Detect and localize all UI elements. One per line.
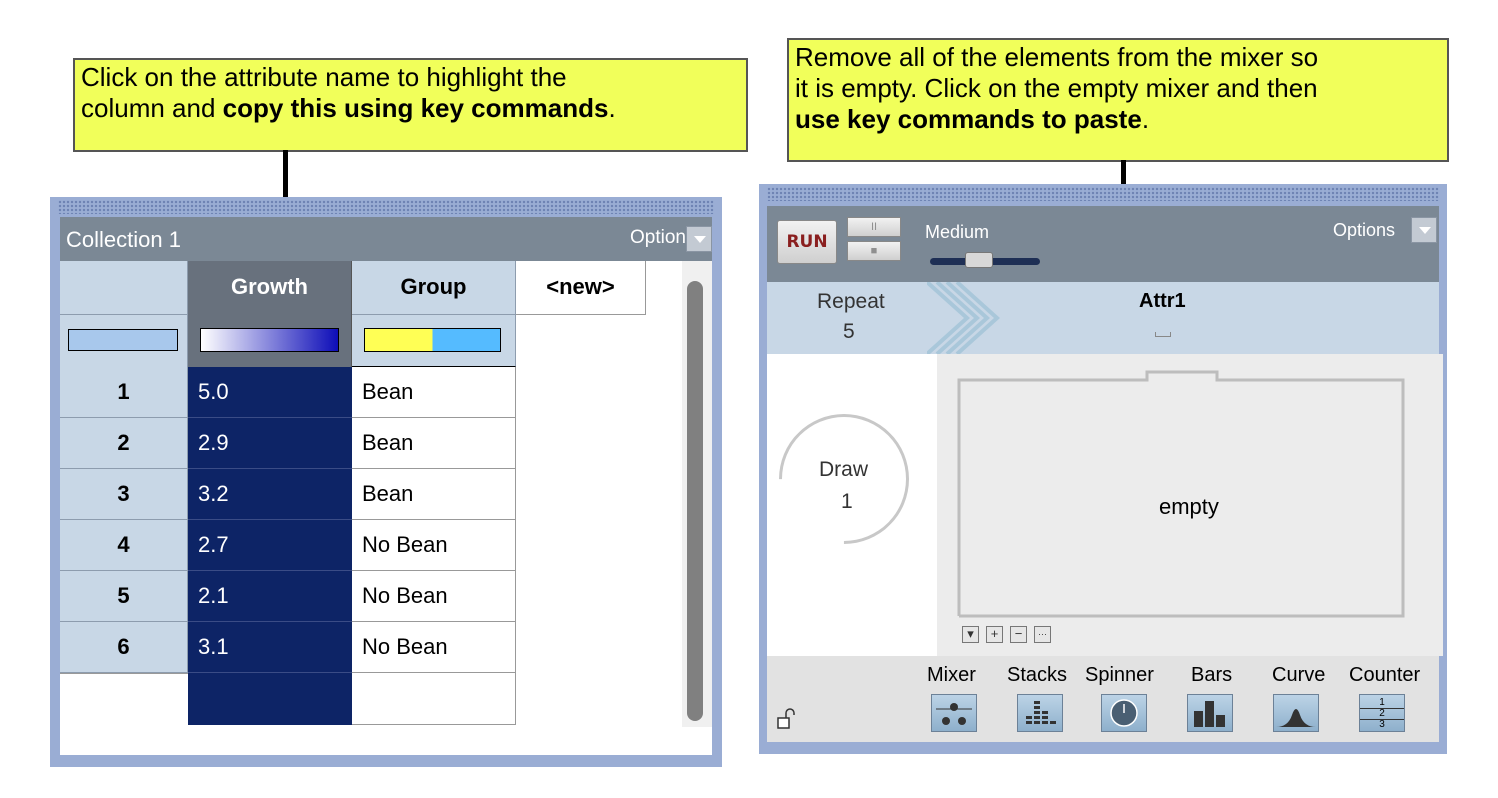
- row-index[interactable]: 6: [60, 622, 188, 673]
- growth-cell[interactable]: 2.1: [188, 571, 352, 622]
- growth-cell[interactable]: 3.1: [188, 622, 352, 673]
- tool-spinner-label: Spinner: [1085, 664, 1154, 686]
- group-cell[interactable]: No Bean: [352, 622, 516, 673]
- row-index[interactable]: 1: [60, 367, 188, 418]
- callout-left-line2-plain: column and: [81, 93, 223, 123]
- table-body: Growth Group <new> 1 5.0 Bean 2 2.9 Bean…: [60, 261, 712, 755]
- tool-bars-label: Bars: [1191, 664, 1233, 686]
- panel-drag-grip[interactable]: [767, 187, 1439, 201]
- chevrons-icon: [927, 282, 1000, 354]
- tool-curve-label: Curve: [1272, 664, 1326, 686]
- attribute-value-placeholder[interactable]: [1155, 332, 1171, 337]
- pause-button[interactable]: II: [847, 217, 901, 237]
- sampler-control-bar: RUN II ■ Medium Options: [767, 206, 1439, 282]
- row-index[interactable]: 3: [60, 469, 188, 520]
- new-case-growth-cell[interactable]: [188, 673, 352, 725]
- row-index[interactable]: 4: [60, 520, 188, 571]
- repeat-band: Repeat 5 Attr1: [767, 282, 1439, 354]
- callout-right-line3: use key commands to paste.: [795, 104, 1441, 135]
- index-swatch-cell: [60, 315, 188, 367]
- callout-right-line3-end: .: [1141, 104, 1150, 134]
- sampler-canvas: Draw 1 empty ▾ + − ···: [752, 354, 1443, 656]
- counter-digit: 3: [1379, 719, 1385, 730]
- new-case-group-cell[interactable]: [352, 673, 516, 725]
- run-button[interactable]: RUN: [777, 220, 837, 264]
- tool-counter-label: Counter: [1349, 664, 1421, 686]
- group-column-header[interactable]: Group: [352, 261, 516, 315]
- group-cell[interactable]: No Bean: [352, 520, 516, 571]
- repeat-label: Repeat: [817, 290, 885, 313]
- more-items-button[interactable]: ···: [1034, 626, 1051, 643]
- add-item-button[interactable]: +: [986, 626, 1003, 643]
- sampler-panel: RUN II ■ Medium Options Repeat 5 Attr1 D…: [752, 184, 1447, 754]
- remove-item-button[interactable]: −: [1010, 626, 1027, 643]
- group-color-swatch[interactable]: [364, 328, 501, 352]
- new-case-index-cell[interactable]: [60, 673, 188, 725]
- counter-digit: 1: [1379, 697, 1385, 708]
- growth-column-header[interactable]: Growth: [188, 261, 352, 315]
- sampler-options-label[interactable]: Options: [1333, 220, 1395, 241]
- options-dropdown-icon[interactable]: [1411, 217, 1437, 243]
- options-dropdown-icon[interactable]: [686, 226, 712, 252]
- growth-cell[interactable]: 5.0: [188, 367, 352, 418]
- attribute-name[interactable]: Attr1: [1139, 290, 1186, 313]
- growth-swatch-cell: [188, 315, 352, 367]
- draw-label: Draw: [819, 458, 869, 481]
- callout-left-line2-end: .: [608, 93, 616, 123]
- new-column-header[interactable]: <new>: [516, 261, 646, 315]
- mixer-menu-button[interactable]: ▾: [962, 626, 979, 643]
- instruction-callout-right: Remove all of the elements from the mixe…: [787, 38, 1449, 162]
- group-cell[interactable]: Bean: [352, 367, 516, 418]
- speed-label: Medium: [925, 222, 990, 242]
- scrollbar-thumb[interactable]: [687, 281, 703, 721]
- callout-left-line2: column and copy this using key commands.: [81, 93, 740, 124]
- tool-mixer-label: Mixer: [927, 664, 976, 686]
- repeat-value[interactable]: 5: [843, 320, 855, 344]
- stop-button[interactable]: ■: [847, 241, 901, 261]
- group-swatch-cell: [352, 315, 516, 367]
- row-index[interactable]: 5: [60, 571, 188, 622]
- group-cell[interactable]: No Bean: [352, 571, 516, 622]
- mixer-area[interactable]: empty ▾ + − ···: [937, 354, 1443, 656]
- unlock-icon[interactable]: [777, 708, 797, 730]
- index-header-cell: [60, 261, 188, 315]
- growth-cell[interactable]: 3.2: [188, 469, 352, 520]
- bars-tool-icon[interactable]: [1187, 694, 1233, 732]
- stacks-tool-icon[interactable]: [1017, 694, 1063, 732]
- growth-color-gradient-swatch[interactable]: [200, 328, 339, 352]
- counter-tool-icon[interactable]: 1 2 3: [1359, 694, 1405, 732]
- callout-right-line3-bold: use key commands to paste: [795, 104, 1142, 134]
- speed-slider-knob[interactable]: [965, 252, 993, 268]
- collection-title: Collection 1: [66, 227, 181, 252]
- spinner-tool-icon[interactable]: [1101, 694, 1147, 732]
- curve-tool-icon[interactable]: [1273, 694, 1319, 732]
- panel-drag-grip[interactable]: [58, 200, 714, 214]
- collection-title-bar: Collection 1 Options: [60, 217, 712, 261]
- row-index[interactable]: 2: [60, 418, 188, 469]
- callout-left-line2-bold: copy this using key commands: [222, 93, 609, 123]
- tool-stacks-label: Stacks: [1007, 664, 1068, 686]
- callout-right-line1: Remove all of the elements from the mixe…: [795, 42, 1319, 72]
- callout-left-line1: Click on the attribute name to highlight…: [81, 62, 567, 92]
- mixer-empty-text: empty: [1159, 494, 1219, 519]
- growth-cell[interactable]: 2.9: [188, 418, 352, 469]
- device-toolbar: Mixer Stacks Spinner Bars Curve Counter …: [767, 656, 1439, 742]
- group-cell[interactable]: Bean: [352, 469, 516, 520]
- index-color-swatch[interactable]: [68, 329, 178, 351]
- growth-cell[interactable]: 2.7: [188, 520, 352, 571]
- mixer-tool-icon[interactable]: [931, 694, 977, 732]
- vertical-scrollbar[interactable]: [682, 261, 712, 727]
- instruction-callout-left: Click on the attribute name to highlight…: [73, 58, 748, 152]
- case-table-panel: Collection 1 Options Growth Group <new> …: [50, 197, 722, 767]
- draw-value[interactable]: 1: [841, 490, 853, 514]
- group-cell[interactable]: Bean: [352, 418, 516, 469]
- callout-right-line2: it is empty. Click on the empty mixer an…: [795, 73, 1318, 103]
